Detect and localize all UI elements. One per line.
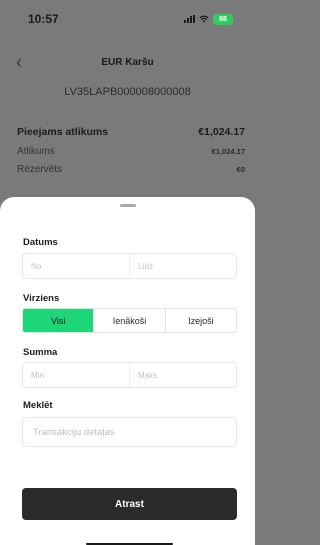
date-from-input[interactable]: No — [23, 254, 129, 278]
status-time: 10:57 — [28, 12, 59, 26]
date-label: Datums — [23, 237, 58, 248]
signal-icon — [184, 15, 195, 23]
reserved-row: Rezervēts €0 — [17, 160, 245, 178]
date-to-input[interactable]: Līdz — [129, 254, 236, 278]
account-iban: LV35LAPB000008000008 — [64, 86, 191, 98]
find-button[interactable]: Atrast — [22, 488, 237, 520]
balance-value: €1,024.17 — [211, 146, 245, 156]
back-icon[interactable]: ‹ — [16, 52, 36, 72]
header: ‹ EUR Karšu — [0, 50, 255, 74]
direction-option-outgoing[interactable]: Izejoši — [164, 309, 236, 332]
amount-range: Min Maks — [22, 362, 237, 388]
direction-label: Virziens — [23, 293, 60, 304]
amount-min-input[interactable]: Min — [23, 363, 129, 387]
direction-option-incoming[interactable]: Ienākoši — [93, 309, 164, 332]
direction-option-all[interactable]: Visi — [23, 309, 94, 332]
balances: Pieejams atlikums €1,024.17 Atlikums €1,… — [17, 122, 245, 178]
available-balance-value: €1,024.17 — [198, 126, 245, 138]
search-input[interactable]: Transakciju detaļas — [22, 417, 237, 447]
page-title: EUR Karšu — [101, 56, 154, 68]
date-range: No Līdz — [22, 253, 237, 279]
reserved-value: €0 — [236, 164, 245, 174]
amount-max-input[interactable]: Maks — [129, 363, 236, 387]
sheet-drag-handle[interactable] — [120, 204, 136, 207]
status-icons: 88 — [184, 13, 233, 25]
status-bar: 10:57 88 — [0, 0, 255, 38]
reserved-label: Rezervēts — [17, 163, 63, 175]
available-balance-label: Pieejams atlikums — [17, 126, 109, 138]
balance-row: Atlikums €1,024.17 — [17, 142, 245, 160]
amount-label: Summa — [23, 347, 58, 358]
balance-label: Atlikums — [17, 145, 55, 157]
direction-segmented-control: Visi Ienākoši Izejoši — [22, 308, 237, 333]
filter-sheet: Datums No Līdz Virziens Visi Ienākoši Iz… — [0, 197, 255, 545]
wifi-icon — [199, 15, 209, 23]
battery-icon: 88 — [213, 13, 233, 25]
search-label: Meklēt — [23, 400, 53, 411]
available-balance-row: Pieejams atlikums €1,024.17 — [17, 122, 245, 142]
